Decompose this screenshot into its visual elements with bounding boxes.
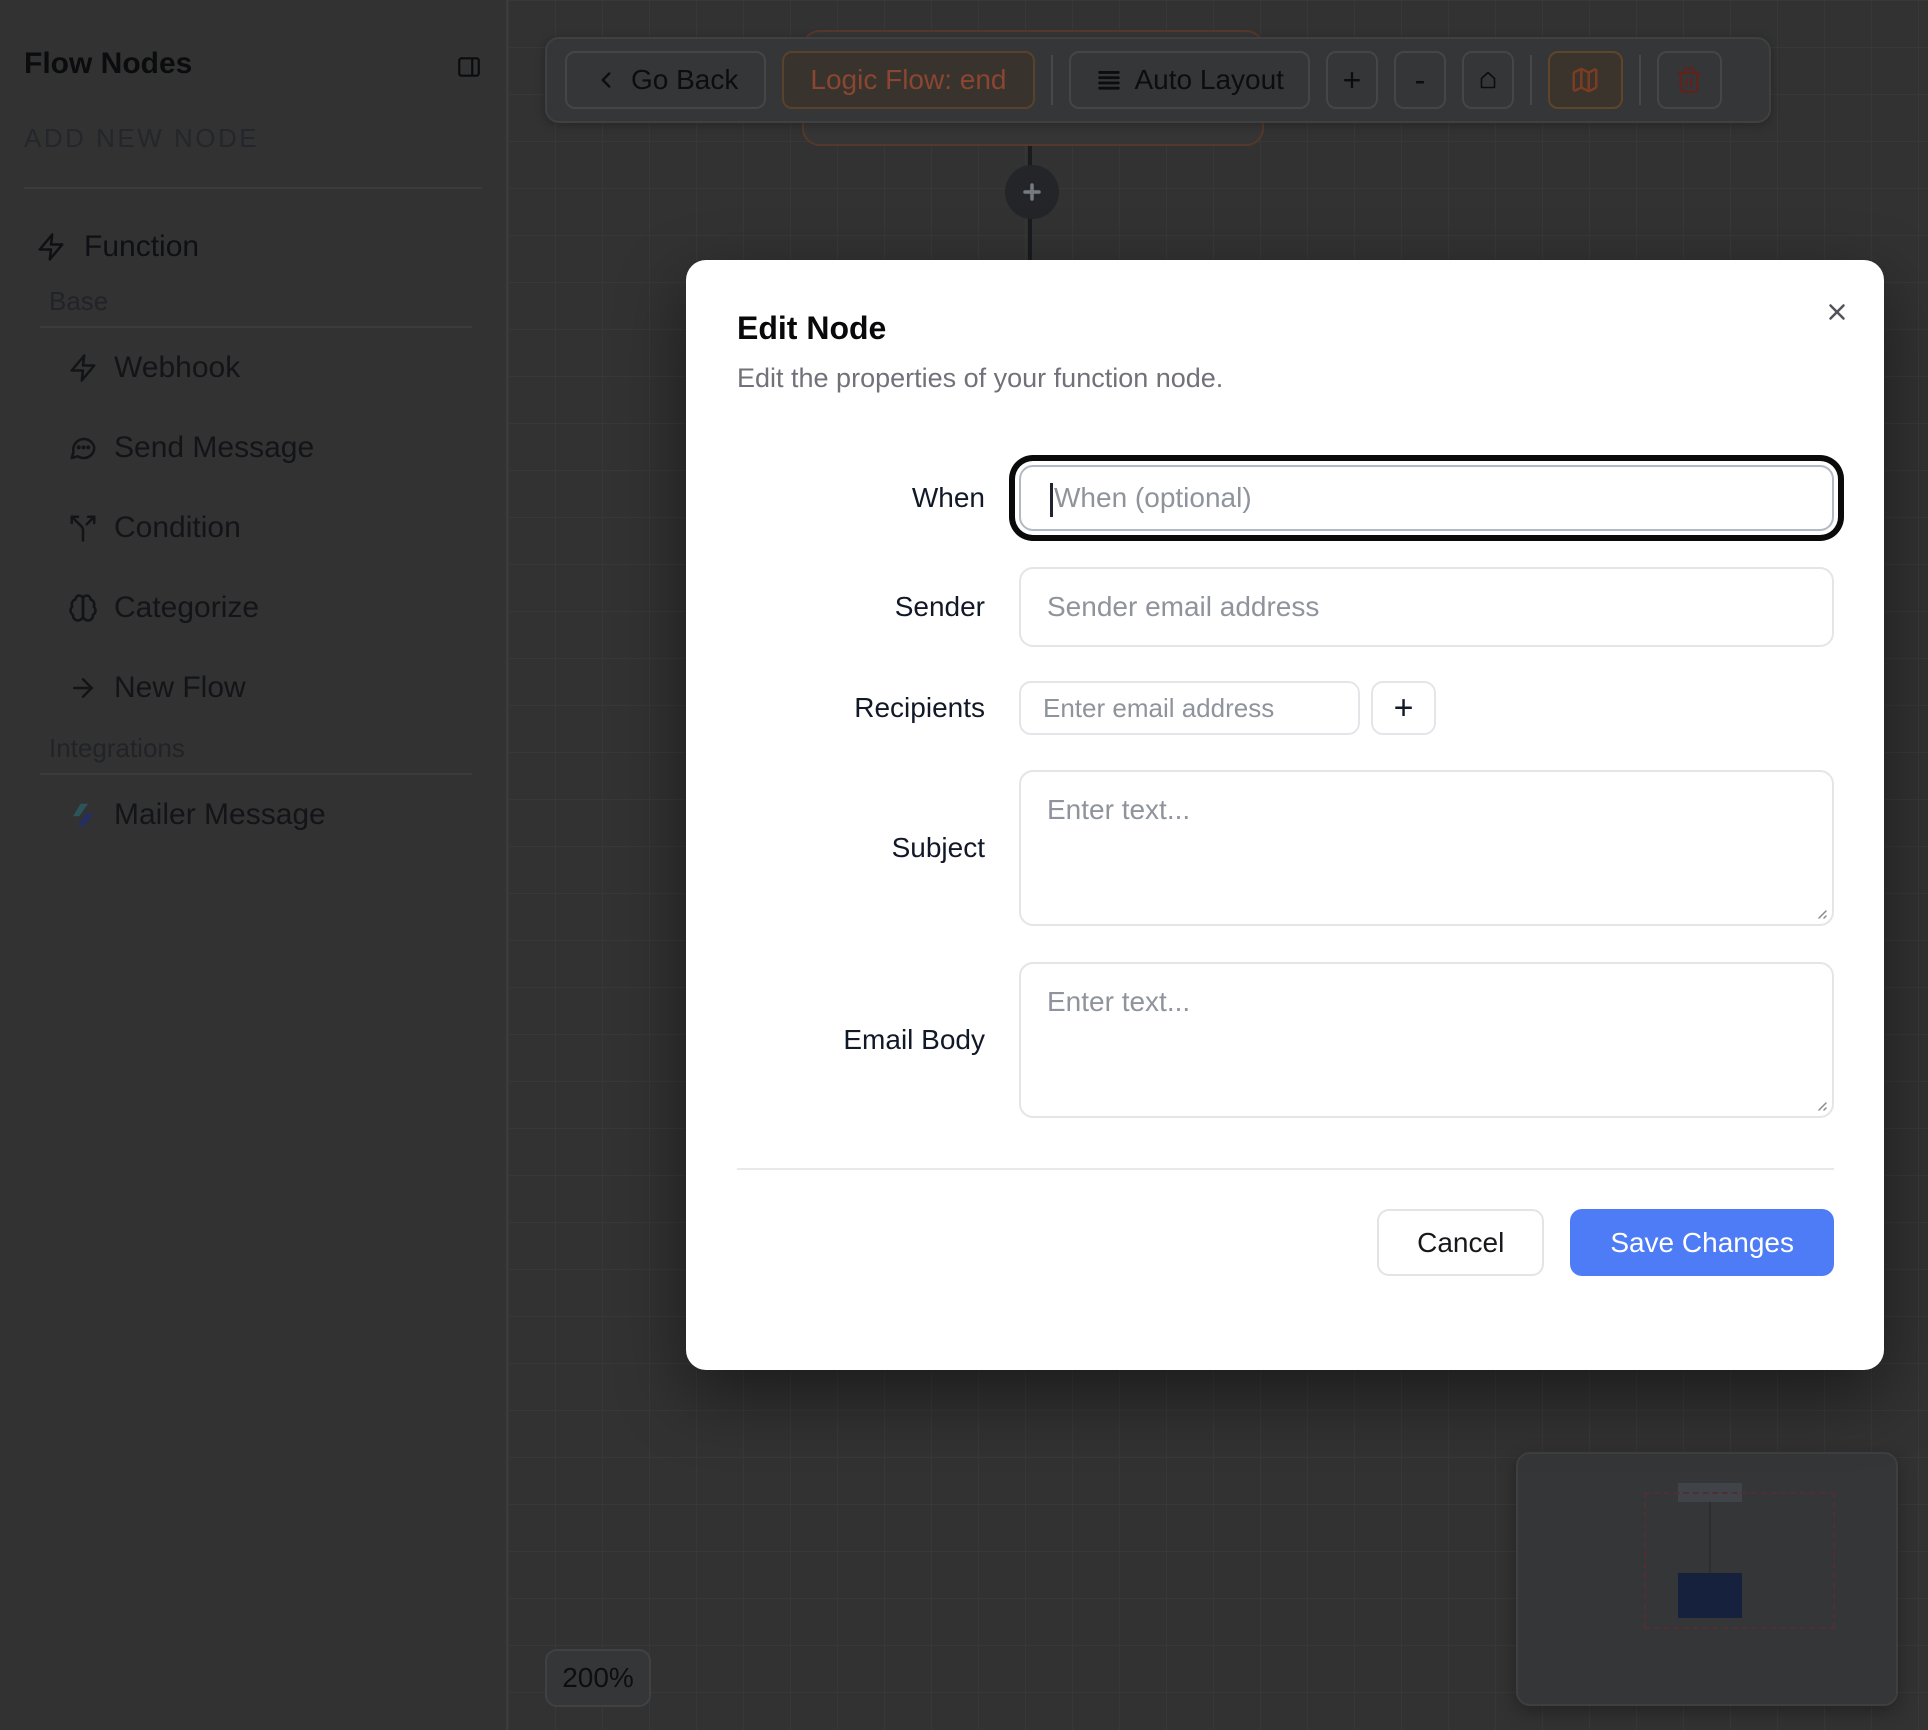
email-body-textarea[interactable] (1019, 962, 1834, 1118)
close-icon (1824, 299, 1850, 325)
cancel-button[interactable]: Cancel (1377, 1209, 1544, 1276)
email-body-row: Email Body (737, 962, 1834, 1118)
add-node-icon (1019, 179, 1045, 205)
brain-icon (68, 593, 98, 623)
add-node-on-edge-button[interactable] (1005, 165, 1059, 219)
canvas-toolbar: Go Back Logic Flow: end Auto Layout + - (545, 37, 1771, 123)
sender-label: Sender (737, 591, 985, 623)
toolbar-separator (1530, 55, 1532, 105)
recipient-email-input[interactable] (1019, 681, 1360, 735)
sidebar-item-label: New Flow (114, 671, 246, 705)
sender-input[interactable] (1019, 567, 1834, 647)
minimap-viewport-rect[interactable] (1644, 1492, 1835, 1629)
add-recipient-button[interactable]: + (1371, 681, 1436, 735)
sidebar-item-label: Condition (114, 511, 241, 545)
zoom-level-badge[interactable]: 200% (545, 1649, 651, 1707)
email-body-label: Email Body (737, 1024, 985, 1056)
arrow-right-icon (68, 673, 98, 703)
trash-icon (1675, 66, 1703, 94)
sidebar-item-categorize[interactable]: Categorize (24, 568, 482, 648)
when-input[interactable] (1021, 467, 1832, 529)
sidebar-item-mailer-message[interactable]: Mailer Message (24, 775, 482, 855)
subject-textarea[interactable] (1019, 770, 1834, 926)
recipients-row: Recipients + (737, 681, 1834, 735)
when-label: When (737, 482, 985, 514)
sidebar-item-new-flow[interactable]: Mailer Message New Flow (24, 648, 482, 728)
menu-lines-icon (1095, 66, 1123, 94)
sidebar-divider (24, 187, 482, 189)
go-back-label: Go Back (631, 64, 738, 96)
sidebar-item-send-message[interactable]: Send Message (24, 408, 482, 488)
sidebar-item-condition[interactable]: Condition (24, 488, 482, 568)
subject-label: Subject (737, 832, 985, 864)
dialog-actions: Cancel Save Changes (737, 1209, 1834, 1276)
resize-handle-icon[interactable] (1810, 1094, 1828, 1112)
text-caret (1050, 483, 1053, 517)
sidebar-item-label: Mailer Message (114, 798, 326, 832)
toolbar-separator (1051, 55, 1053, 105)
flow-name-label: Logic Flow: end (810, 64, 1006, 96)
zoom-in-button[interactable]: + (1326, 51, 1378, 109)
toolbar-separator (1639, 55, 1641, 105)
dialog-subtitle: Edit the properties of your function nod… (737, 364, 1834, 392)
auto-layout-label: Auto Layout (1135, 64, 1284, 96)
dialog-footer-divider (737, 1168, 1834, 1170)
subject-row: Subject (737, 770, 1834, 926)
sidebar-item-label: Categorize (114, 591, 259, 625)
pentagon-home-icon (1476, 68, 1500, 92)
edit-node-dialog: Edit Node Edit the properties of your fu… (686, 260, 1884, 1370)
zoom-out-button[interactable]: - (1394, 51, 1446, 109)
close-dialog-button[interactable] (1824, 299, 1850, 325)
dialog-title: Edit Node (737, 310, 1834, 346)
chevron-left-icon (593, 67, 619, 93)
go-back-button[interactable]: Go Back (565, 51, 766, 109)
section-label-integrations: Integrations (24, 737, 482, 759)
minimap-panel[interactable] (1516, 1452, 1898, 1706)
sidebar-item-label: Send Message (114, 431, 314, 465)
minimap-toggle-button[interactable] (1548, 51, 1623, 109)
mailer-bolt-icon (68, 800, 98, 830)
sender-row: Sender (737, 567, 1834, 647)
auto-layout-button[interactable]: Auto Layout (1069, 51, 1310, 109)
flow-name-badge[interactable]: Logic Flow: end (782, 51, 1034, 109)
sidebar-item-webhook[interactable]: Webhook (24, 328, 482, 408)
zap-icon (68, 353, 98, 383)
flow-nodes-sidebar: Flow Nodes ADD NEW NODE Function Base We… (0, 0, 508, 1730)
sidebar-item-label: Webhook (114, 351, 240, 385)
zap-icon (36, 232, 66, 262)
zoom-in-label: + (1343, 62, 1362, 99)
message-circle-icon (68, 433, 98, 463)
fit-view-button[interactable] (1462, 51, 1514, 109)
sidebar-title: Flow Nodes (24, 48, 192, 80)
map-icon (1570, 65, 1600, 95)
resize-handle-icon[interactable] (1810, 902, 1828, 920)
edit-node-form: When Sender Recipients + Subject (737, 465, 1834, 1118)
sidebar-item-function[interactable]: Function (24, 217, 482, 277)
add-new-node-label: ADD NEW NODE (24, 127, 482, 149)
sidebar-item-label: Function (84, 230, 199, 264)
section-label-base: Base (24, 290, 482, 312)
zoom-out-label: - (1415, 62, 1426, 99)
zoom-level-value: 200% (562, 1662, 634, 1694)
panel-toggle-icon[interactable] (456, 54, 482, 80)
sidebar-header: Flow Nodes (24, 48, 482, 80)
split-icon (68, 513, 98, 543)
recipients-label: Recipients (737, 692, 985, 724)
save-changes-button[interactable]: Save Changes (1570, 1209, 1834, 1276)
when-row: When (737, 465, 1834, 531)
when-field-focus-ring (1019, 465, 1834, 531)
delete-button[interactable] (1657, 51, 1722, 109)
